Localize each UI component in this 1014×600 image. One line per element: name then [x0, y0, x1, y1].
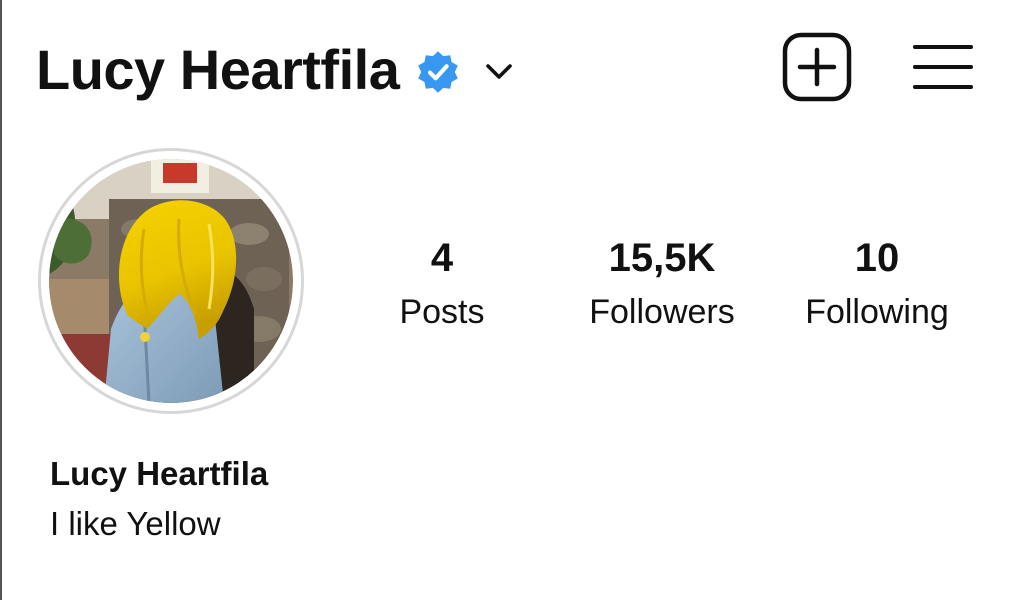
hamburger-menu-icon[interactable] — [912, 39, 974, 95]
chevron-down-icon[interactable] — [481, 54, 517, 90]
posts-label: Posts — [399, 293, 485, 331]
bio-display-name: Lucy Heartfila — [50, 455, 269, 492]
following-label: Following — [805, 293, 949, 331]
followers-label: Followers — [589, 293, 735, 331]
followers-count: 15,5K — [608, 236, 716, 280]
profile-bio: Lucy Heartfila I like Yellow — [50, 452, 268, 546]
add-square-icon[interactable] — [782, 32, 852, 102]
bio-text: I like Yellow — [50, 505, 221, 542]
profile-screen: Lucy Heartfila 4 Posts 15,5K Followers 1… — [0, 0, 1014, 600]
posts-count: 4 — [430, 236, 454, 280]
stat-following[interactable]: 10 Following — [782, 234, 972, 334]
following-count: 10 — [854, 236, 900, 280]
username-title[interactable]: Lucy Heartfila — [36, 42, 400, 98]
avatar-ring[interactable] — [38, 148, 304, 414]
profile-header: Lucy Heartfila — [36, 30, 517, 110]
verified-badge-icon — [418, 51, 459, 93]
stat-followers[interactable]: 15,5K Followers — [572, 234, 752, 334]
stat-posts[interactable]: 4 Posts — [372, 234, 512, 334]
avatar[interactable] — [49, 159, 293, 403]
header-actions — [782, 32, 974, 102]
profile-stats: 4 Posts 15,5K Followers 10 Following — [362, 234, 982, 344]
